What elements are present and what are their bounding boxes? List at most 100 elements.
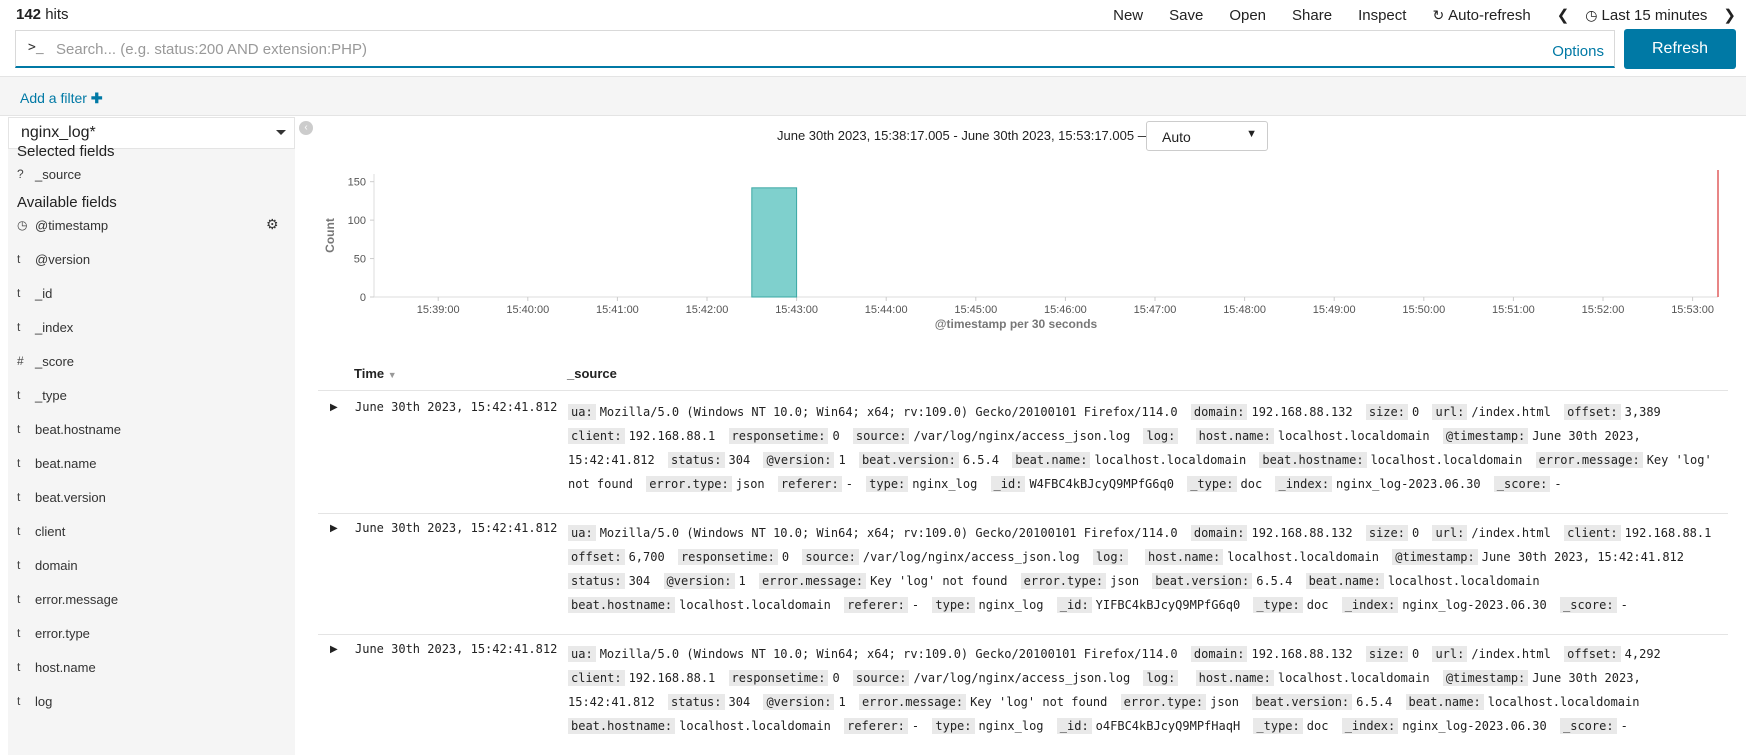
source-field: source:/var/log/nginx/access_json.log [852,670,1136,686]
source-value: 192.168.88.132 [1251,405,1353,419]
available-field-item[interactable]: t domain [17,558,78,573]
available-field-item[interactable]: t beat.name [17,456,96,471]
x-tick-label: 15:52:00 [1582,304,1625,316]
source-key: type: [932,597,975,613]
top-menu: New Save Open Share Inspect ↻ Auto-refres… [1087,6,1736,25]
source-field: _score: - [1560,718,1634,734]
auto-refresh-button[interactable]: ↻ Auto-refresh [1432,7,1530,24]
source-key: ua: [568,404,596,420]
source-value: localhost.localdomain [1277,671,1430,685]
source-field: @timestamp: June 30th 2023, 15:42:41.812 [1392,549,1690,565]
source-value: localhost.localdomain [679,598,831,612]
expand-row-icon[interactable]: ▶ [330,644,338,655]
source-field: source:/var/log/nginx/access_json.log [802,549,1085,565]
collapse-sidebar-button[interactable]: ‹ [299,121,313,135]
source-key: error.type: [1120,694,1207,710]
source-value: 6.5.4 [962,453,999,467]
table-row: ▶ June 30th 2023, 15:42:41.812 ua: Mozilla/… [318,398,1728,513]
available-field-item[interactable]: # _score [17,354,74,369]
add-filter-button[interactable]: Add a filter ✚ [20,90,103,107]
search-input[interactable] [56,36,1456,62]
available-field-item[interactable]: t beat.version [17,490,106,505]
source-field: beat.hostname: localhost.localdomain [568,718,837,734]
source-field: beat.name: localhost.localdomain [1012,452,1252,468]
available-field-item[interactable]: t beat.hostname [17,422,121,437]
source-key: ua: [568,646,596,662]
source-key: error.message: [759,573,867,589]
source-value: 0 [1411,526,1420,540]
available-field-item[interactable]: t _id [17,286,52,301]
gear-icon[interactable]: ⚙ [266,216,279,233]
source-value: localhost.localdomain [1094,453,1247,467]
time-forward-button[interactable]: ❯ [1723,6,1736,24]
source-field: ua: Mozilla/5.0 (Windows NT 10.0; Win64; … [568,646,1184,662]
options-link[interactable]: Options [1552,43,1604,60]
available-field-item[interactable]: ◷ @timestamp [17,218,108,233]
expand-row-icon[interactable]: ▶ [330,402,338,413]
source-key: source: [802,549,859,565]
source-key: client: [568,428,625,444]
refresh-button[interactable]: Refresh [1624,29,1736,69]
save-button[interactable]: Save [1169,7,1203,24]
x-tick-label: 15:40:00 [506,304,549,316]
x-tick-label: 15:45:00 [954,304,997,316]
available-field-item[interactable]: t _index [17,320,73,335]
selected-field-item[interactable]: ? _source [17,167,81,182]
expand-row-icon[interactable]: ▶ [330,523,338,534]
source-field: host.name: localhost.localdomain [1195,670,1436,686]
source-key: _score: [1493,476,1551,492]
source-key: error.message: [1535,452,1643,468]
y-axis-title: Count [323,218,337,253]
x-tick-label: 15:50:00 [1402,304,1445,316]
available-field-item[interactable]: t host.name [17,660,96,675]
index-pattern-label: nginx_log* [21,124,96,141]
available-field-item[interactable]: t _type [17,388,67,403]
x-tick-label: 15:44:00 [865,304,908,316]
source-value: json [1110,574,1140,588]
source-field: domain: 192.168.88.132 [1190,525,1359,541]
source-field: beat.version: 6.5.4 [1152,573,1298,589]
source-field: size: 0 [1365,525,1425,541]
field-type-icon: t [17,422,21,436]
available-field-item[interactable]: t @version [17,252,90,267]
row-time: June 30th 2023, 15:42:41.812 [355,642,558,656]
source-key: domain: [1190,646,1248,662]
field-type-icon: t [17,626,21,640]
inspect-button[interactable]: Inspect [1358,7,1406,24]
available-field-item[interactable]: t client [17,524,65,539]
source-key: source: [852,428,910,444]
available-field-item[interactable]: t log [17,694,52,709]
time-back-button[interactable]: ❮ [1557,6,1570,24]
field-type-icon: t [17,490,21,504]
source-value: doc [1306,719,1329,733]
source-key: beat.hostname: [568,718,676,734]
x-tick-label: 15:48:00 [1223,304,1266,316]
share-button[interactable]: Share [1292,7,1332,24]
source-key: type: [866,476,909,492]
open-button[interactable]: Open [1229,7,1266,24]
field-type-icon: t [17,592,21,606]
source-field: beat.name: localhost.localdomain [1405,694,1646,710]
new-button[interactable]: New [1113,7,1143,24]
field-name: @version [35,252,91,267]
field-name: _score [35,354,75,369]
histogram-bar [751,187,798,298]
source-field: client: 192.168.88.1 [568,670,721,686]
time-picker-button[interactable]: ◷ Last 15 minutes [1585,7,1707,24]
interval-select[interactable]: Auto ▼ [1146,121,1268,151]
source-key: host.name: [1195,428,1274,444]
source-field: referer: - [844,718,925,734]
source-field: url:/index.html [1432,525,1556,541]
source-field: url:/index.html [1432,404,1556,420]
available-field-item[interactable]: t error.type [17,626,90,641]
time-column-header[interactable]: Time ▼ [354,366,397,381]
source-value: 192.168.88.132 [1251,647,1353,661]
source-field: type: nginx_log [866,476,983,492]
source-value: 6.5.4 [1256,574,1293,588]
source-field: type: nginx_log [932,597,1049,613]
source-key: beat.version: [858,452,959,468]
x-tick-label: 15:42:00 [686,304,729,316]
source-field: offset: 3,389 [1564,404,1667,420]
available-field-item[interactable]: t error.message [17,592,118,607]
source-field: host.name: localhost.localdomain [1145,549,1385,565]
